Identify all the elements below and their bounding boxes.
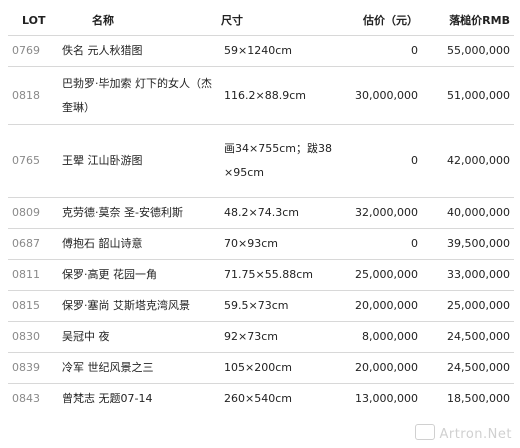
estimate-cell: 0 [336, 228, 422, 260]
auction-results-table: LOT 名称 尺寸 估价（元） 落槌价RMB 0769 佚名 元人秋猎图 59×… [8, 5, 514, 414]
header-name: 名称 [58, 5, 218, 36]
price-cell: 18,500,000 [447, 392, 510, 405]
estimate-cell: 20,000,000 [336, 290, 422, 322]
name-cell: 克劳德·莫奈 圣-安德利斯 [58, 197, 218, 229]
price-cell: 39,500,000 [422, 228, 514, 260]
header-row: LOT 名称 尺寸 估价（元） 落槌价RMB [8, 5, 514, 36]
lot-cell: 0811 [8, 259, 58, 291]
header-size: 尺寸 [218, 5, 336, 36]
table-row: 0830 吴冠中 夜 92×73cm 8,000,000 24,500,000 [8, 321, 514, 353]
table-header: LOT 名称 尺寸 估价（元） 落槌价RMB [8, 5, 514, 36]
header-lot: LOT [8, 5, 58, 36]
size-cell: 92×73cm [218, 321, 336, 353]
table-row: 0818 巴勃罗·毕加索 灯下的女人（杰奎琳） 116.2×88.9cm 30,… [8, 66, 514, 125]
lot-cell: 0818 [8, 66, 58, 125]
name-cell: 冷军 世纪风景之三 [58, 352, 218, 384]
header-estimate: 估价（元） [336, 5, 422, 36]
price-cell: 25,000,000 [422, 290, 514, 322]
price-cell: 40,000,000 [422, 197, 514, 229]
name-cell: 保罗·高更 花园一角 [58, 259, 218, 291]
lot-cell: 0687 [8, 228, 58, 260]
estimate-cell: 32,000,000 [336, 197, 422, 229]
name-cell: 保罗·塞尚 艾斯塔克湾风景 [58, 290, 218, 322]
lot-cell: 0839 [8, 352, 58, 384]
estimate-cell: 13,000,000 [355, 392, 418, 405]
table-row: 0815 保罗·塞尚 艾斯塔克湾风景 59.5×73cm 20,000,000 … [8, 290, 514, 322]
size-cell: 70×93cm [218, 228, 336, 260]
lot-cell: 0815 [8, 290, 58, 322]
price-cell: 55,000,000 [422, 35, 514, 67]
price-cell: 24,500,000 [422, 321, 514, 353]
estimate-cell: 8,000,000 [336, 321, 422, 353]
size-cell: 59.5×73cm [218, 290, 336, 322]
table-row: 0769 佚名 元人秋猎图 59×1240cm 0 55,000,000 [8, 35, 514, 67]
size-cell: 71.75×55.88cm [218, 259, 336, 291]
name-cell: 王翚 江山卧游图 [58, 124, 218, 198]
artron-logo-icon [415, 424, 436, 440]
estimate-cell: 25,000,000 [336, 259, 422, 291]
price-cell: 51,000,000 [422, 66, 514, 125]
size-cell: 105×200cm [218, 352, 336, 384]
header-price: 落槌价RMB [422, 5, 514, 36]
size-cell: 116.2×88.9cm [218, 66, 336, 125]
table-row: 0843 曾梵志 无题07-14 260×540cm 13,000,000 18… [8, 384, 514, 415]
table-row: 0839 冷军 世纪风景之三 105×200cm 20,000,000 24,5… [8, 352, 514, 384]
price-cell: 33,000,000 [422, 259, 514, 291]
lot-cell: 0765 [8, 124, 58, 198]
price-cell: 24,500,000 [422, 352, 514, 384]
price-cell: 42,000,000 [422, 124, 514, 198]
name-cell: 曾梵志 无题07-14 [62, 392, 153, 405]
table-body: 0769 佚名 元人秋猎图 59×1240cm 0 55,000,000 081… [8, 35, 514, 415]
estimate-cell: 0 [336, 35, 422, 67]
size-cell: 画34×755cm；跋38×95cm [218, 124, 336, 198]
table-row: 0811 保罗·高更 花园一角 71.75×55.88cm 25,000,000… [8, 259, 514, 291]
size-cell: 48.2×74.3cm [218, 197, 336, 229]
name-cell: 佚名 元人秋猎图 [58, 35, 218, 67]
name-cell: 巴勃罗·毕加索 灯下的女人（杰奎琳） [58, 66, 218, 125]
name-cell: 吴冠中 夜 [58, 321, 218, 353]
table-row: 0809 克劳德·莫奈 圣-安德利斯 48.2×74.3cm 32,000,00… [8, 197, 514, 229]
name-cell: 傅抱石 韶山诗意 [58, 228, 218, 260]
lot-cell: 0843 [12, 392, 40, 405]
size-cell: 260×540cm [224, 392, 292, 405]
watermark-text: Artron.Net [439, 427, 512, 442]
lot-cell: 0809 [8, 197, 58, 229]
estimate-cell: 20,000,000 [336, 352, 422, 384]
lot-cell: 0769 [8, 35, 58, 67]
estimate-cell: 0 [336, 124, 422, 198]
estimate-cell: 30,000,000 [336, 66, 422, 125]
watermark: Artron.Net [415, 424, 512, 442]
size-cell: 59×1240cm [218, 35, 336, 67]
lot-cell: 0830 [8, 321, 58, 353]
table-row: 0765 王翚 江山卧游图 画34×755cm；跋38×95cm 0 42,00… [8, 124, 514, 198]
table-row: 0687 傅抱石 韶山诗意 70×93cm 0 39,500,000 [8, 228, 514, 260]
